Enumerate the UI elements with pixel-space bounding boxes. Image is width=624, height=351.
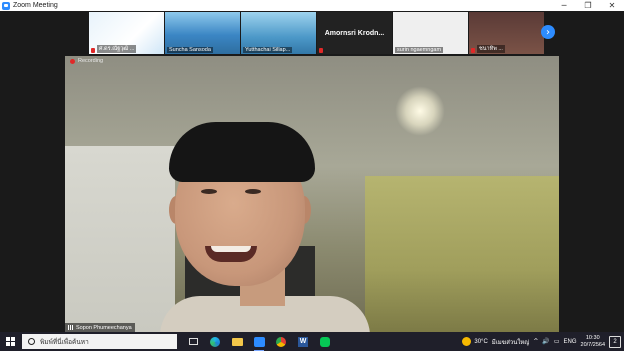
chrome-app-button[interactable] <box>273 334 289 349</box>
word-icon: W <box>298 336 308 347</box>
edge-app-button[interactable] <box>207 334 223 349</box>
muted-mic-icon <box>471 48 475 53</box>
windows-logo-icon <box>5 337 15 346</box>
folder-icon <box>231 337 243 346</box>
input-language[interactable]: ENG <box>564 339 577 345</box>
clock-time: 10:30 <box>585 334 600 341</box>
chrome-icon <box>276 336 286 347</box>
participant-thumbnail[interactable]: surin ngaemngam <box>393 12 468 54</box>
recording-label: Recording <box>78 58 104 64</box>
task-view-button[interactable] <box>185 334 201 349</box>
title-bar: Zoom Meeting ─ ❐ ✕ <box>0 0 624 11</box>
weather-condition[interactable]: มีเมฆส่วนใหญ่ <box>492 337 530 347</box>
task-view-icon <box>188 338 198 345</box>
line-app-button[interactable] <box>317 334 333 349</box>
muted-mic-icon <box>91 48 95 53</box>
close-button[interactable]: ✕ <box>600 0 624 11</box>
participant-name: Amornsri Krodn... <box>324 29 385 37</box>
next-page-button[interactable]: › <box>541 25 555 39</box>
background-wall <box>365 176 559 332</box>
speaker-hair <box>169 122 315 182</box>
weather-icon[interactable] <box>462 337 472 346</box>
speaker-name-tag: Sopon Phumeechanya <box>65 323 135 332</box>
search-placeholder: พิมพ์ที่นี่เพื่อค้นหา <box>40 338 89 346</box>
weather-temp[interactable]: 30°C <box>474 339 487 345</box>
speaker-teeth <box>211 246 251 252</box>
participant-name: surin ngaemngam <box>395 47 444 53</box>
chevron-up-icon[interactable]: ^ <box>533 338 538 345</box>
signal-bars-icon <box>68 325 74 330</box>
taskbar-search[interactable]: พิมพ์ที่นี่เพื่อค้นหา <box>22 334 177 349</box>
notification-center-button[interactable]: 2 <box>609 335 621 348</box>
window-controls: ─ ❐ ✕ <box>552 0 624 11</box>
zoom-app-button[interactable] <box>251 334 267 351</box>
zoom-icon <box>253 336 265 347</box>
background-wall <box>65 146 175 332</box>
zoom-app-icon <box>2 1 10 10</box>
recording-indicator[interactable]: Recording <box>70 58 103 64</box>
network-icon[interactable]: ▭ <box>554 338 560 345</box>
participant-name: Suncha Sansoda <box>167 47 213 53</box>
participant-thumbnail[interactable]: Suncha Sansoda <box>165 12 240 54</box>
file-explorer-button[interactable] <box>229 334 245 349</box>
windows-taskbar: พิมพ์ที่นี่เพื่อค้นหา W 30°C มีเมฆส่วนให… <box>0 332 624 351</box>
word-app-button[interactable]: W <box>295 334 311 349</box>
meeting-area: ศ.ดร.ณัฐวุฒิ ... Suncha Sansoda Yutthach… <box>0 11 624 332</box>
main-video <box>65 56 559 332</box>
muted-mic-icon <box>319 48 323 53</box>
recording-dot-icon <box>70 58 75 64</box>
ceiling-light <box>395 86 445 136</box>
pinned-apps: W <box>185 334 339 351</box>
volume-icon[interactable]: 🔊 <box>542 338 549 345</box>
clock-date: 20/7/2564 <box>580 341 605 348</box>
line-icon <box>320 336 330 347</box>
window-title: Zoom Meeting <box>13 2 58 9</box>
participant-thumbnail[interactable]: Yutthachai Sillap... <box>241 12 316 54</box>
participant-thumbnail[interactable]: ชนาทิพ ... <box>469 12 544 54</box>
participant-name: ชนาทิพ ... <box>477 45 505 53</box>
participant-thumbnail[interactable]: Amornsri Krodn... <box>317 12 392 54</box>
edge-icon <box>210 336 220 347</box>
start-button[interactable] <box>0 332 20 351</box>
participant-strip: ศ.ดร.ณัฐวุฒิ ... Suncha Sansoda Yutthach… <box>89 12 545 54</box>
taskbar-clock[interactable]: 10:30 20/7/2564 <box>581 335 605 349</box>
maximize-button[interactable]: ❐ <box>576 0 600 11</box>
minimize-button[interactable]: ─ <box>552 0 576 11</box>
participant-name: Yutthachai Sillap... <box>243 47 293 53</box>
search-icon <box>28 338 35 345</box>
speaker-eye <box>201 189 217 194</box>
participant-name: ศ.ดร.ณัฐวุฒิ ... <box>97 45 137 53</box>
speaker-name: Sopon Phumeechanya <box>76 324 132 331</box>
system-tray: 30°C มีเมฆส่วนใหญ่ ^ 🔊 ▭ ENG 10:30 20/7/… <box>462 332 624 351</box>
speaker-eye <box>245 189 261 194</box>
participant-thumbnail[interactable]: ศ.ดร.ณัฐวุฒิ ... <box>89 12 164 54</box>
